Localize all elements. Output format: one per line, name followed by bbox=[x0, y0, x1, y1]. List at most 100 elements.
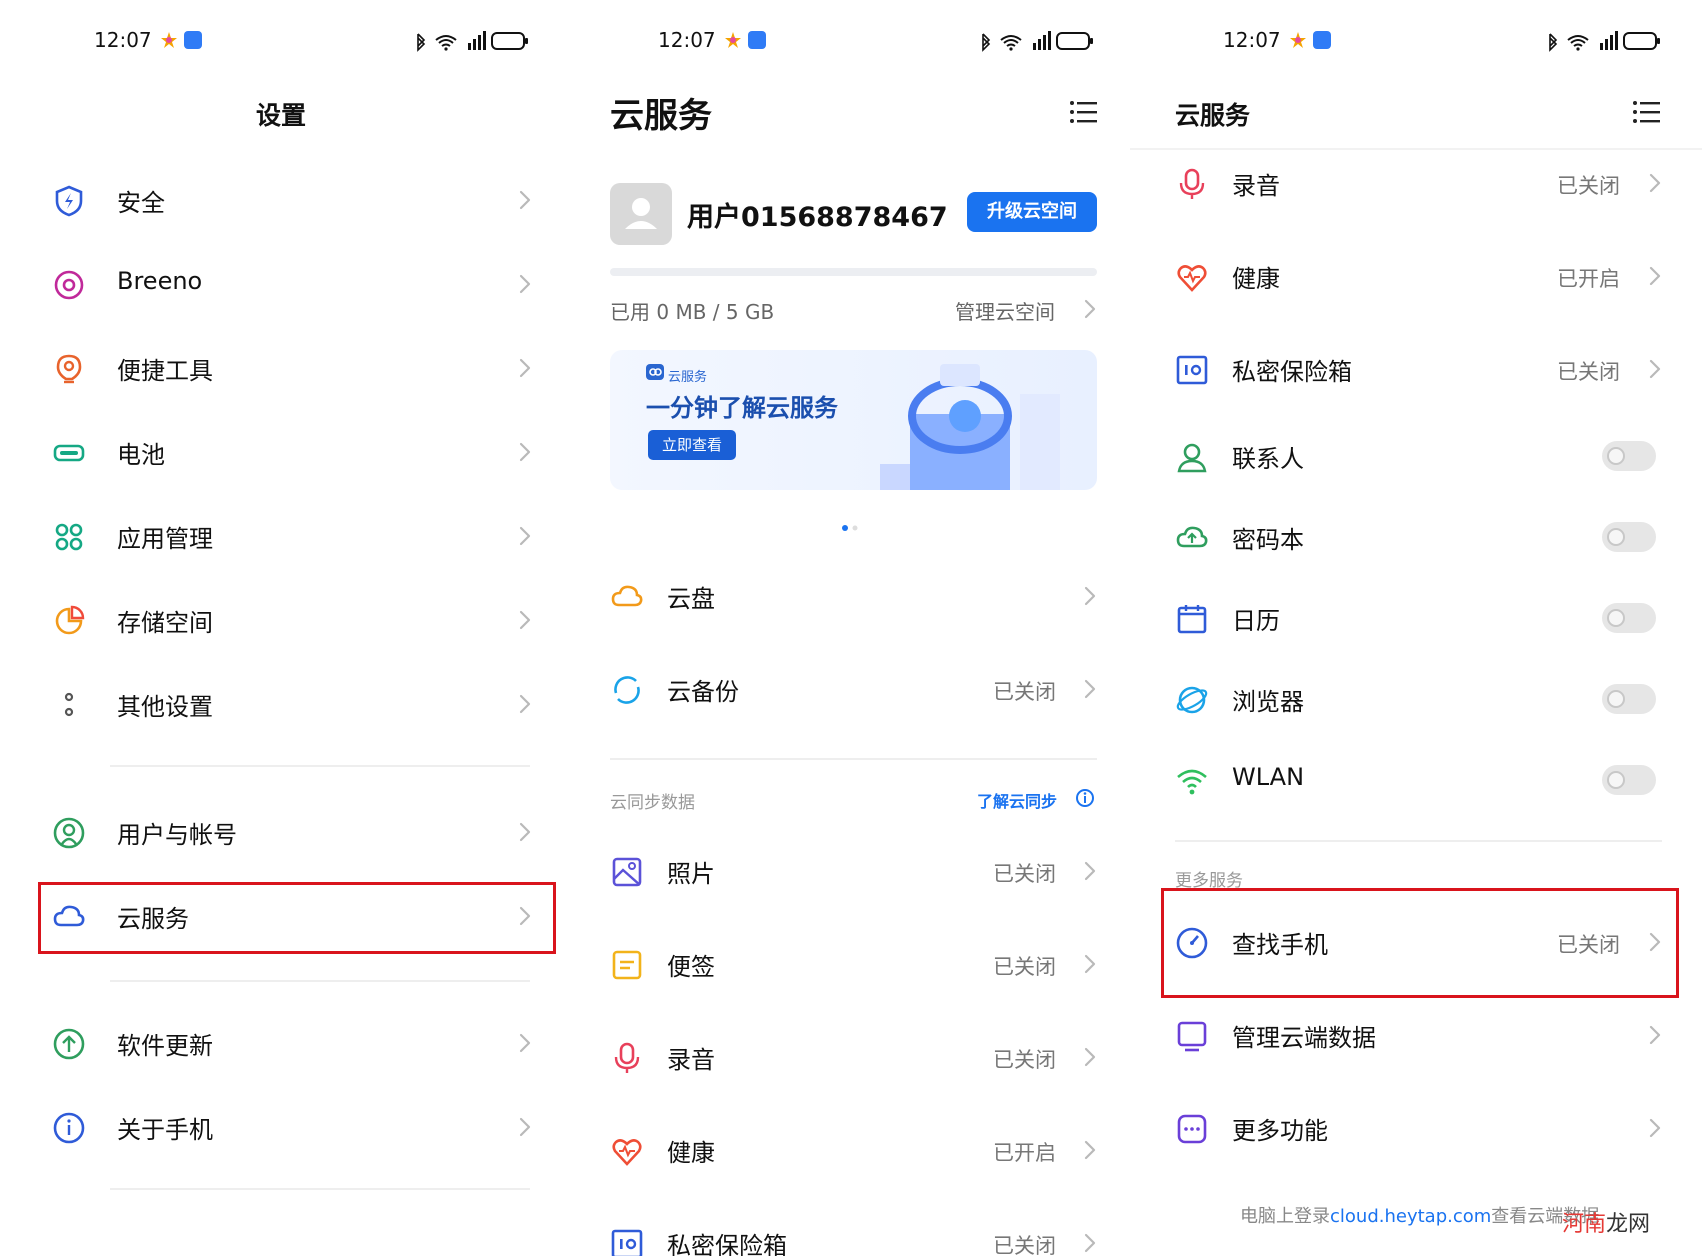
row-label: 密码本 bbox=[1232, 526, 1304, 554]
status-text: 已开启 bbox=[993, 1141, 1056, 1165]
sync-toggle[interactable] bbox=[1602, 684, 1656, 714]
row-label: 云备份 bbox=[667, 678, 739, 706]
chevron-right-icon bbox=[518, 609, 532, 631]
sync-toggle[interactable] bbox=[1602, 765, 1656, 795]
settings-item-about-phone[interactable]: 关于手机 bbox=[0, 1092, 562, 1162]
vault-icon bbox=[1176, 355, 1208, 385]
recorder-icon bbox=[614, 1042, 640, 1073]
battery-icon bbox=[53, 444, 85, 462]
menu-icon[interactable] bbox=[1069, 100, 1097, 124]
status-text: 已关闭 bbox=[993, 680, 1056, 704]
status-text: 已关闭 bbox=[993, 955, 1056, 979]
row-label: 健康 bbox=[667, 1139, 715, 1167]
row-label: 私密保险箱 bbox=[1232, 358, 1352, 386]
sync-item-wlan[interactable]: WLAN bbox=[1130, 745, 1702, 815]
avatar[interactable] bbox=[610, 183, 672, 245]
row-label: 应用管理 bbox=[117, 525, 213, 553]
cloud-drive-row[interactable]: 云盘 bbox=[565, 561, 1127, 631]
chevron-right-icon bbox=[1083, 953, 1097, 975]
row-label: 联系人 bbox=[1232, 445, 1304, 473]
row-label: 照片 bbox=[667, 860, 715, 888]
status-text: 已关闭 bbox=[993, 862, 1056, 886]
chevron-right-icon bbox=[1648, 172, 1662, 194]
row-label: 浏览器 bbox=[1232, 688, 1304, 716]
more-features-icon bbox=[1177, 1114, 1207, 1144]
toggle-knob bbox=[1607, 690, 1625, 708]
chevron-right-icon bbox=[1083, 298, 1097, 320]
notes-icon bbox=[612, 950, 642, 980]
status-icons bbox=[977, 30, 1097, 52]
drive-icon bbox=[611, 585, 643, 607]
settings-item-tools[interactable]: 便捷工具 bbox=[0, 333, 562, 403]
info-icon[interactable] bbox=[1075, 788, 1095, 808]
manage-cloud-data-row[interactable]: 管理云端数据 bbox=[1130, 1000, 1702, 1070]
page-title: 设置 bbox=[255, 101, 306, 130]
sync-toggle[interactable] bbox=[1602, 441, 1656, 471]
sync-item-recorder[interactable]: 录音 已关闭 bbox=[565, 1022, 1127, 1092]
sync-toggle[interactable] bbox=[1602, 522, 1656, 552]
sync-item-calendar[interactable]: 日历 bbox=[1130, 583, 1702, 653]
banner-title: 一分钟了解云服务 bbox=[646, 394, 838, 422]
vault-icon bbox=[611, 1229, 643, 1256]
settings-item-app-management[interactable]: 应用管理 bbox=[0, 501, 562, 571]
settings-item-security[interactable]: 安全 bbox=[0, 165, 562, 235]
sync-item-browser[interactable]: 浏览器 bbox=[1130, 664, 1702, 734]
chevron-right-icon bbox=[518, 189, 532, 211]
footer-prefix: 电脑上登录 bbox=[1240, 1206, 1330, 1227]
user-icon bbox=[53, 817, 85, 849]
chevron-right-icon bbox=[1083, 860, 1097, 882]
more-settings-icon bbox=[64, 692, 74, 717]
sync-item-photos[interactable]: 照片 已关闭 bbox=[565, 836, 1127, 906]
row-label: 关于手机 bbox=[117, 1116, 213, 1144]
row-label: 日历 bbox=[1232, 607, 1280, 635]
sync-item-contacts[interactable]: 联系人 bbox=[1130, 421, 1702, 491]
sync-item-private-vault[interactable]: 私密保险箱 已关闭 bbox=[565, 1208, 1127, 1256]
learn-sync-link[interactable]: 了解云同步 bbox=[977, 788, 1057, 812]
notification-star-icon bbox=[1290, 32, 1306, 48]
row-label: 录音 bbox=[1232, 172, 1280, 200]
health-icon bbox=[1177, 265, 1207, 292]
settings-item-breeno[interactable]: Breeno bbox=[0, 249, 562, 319]
sync-item-notes[interactable]: 便签 已关闭 bbox=[565, 929, 1127, 999]
cloud-backup-row[interactable]: 云备份 已关闭 bbox=[565, 654, 1127, 724]
row-label: Breeno bbox=[117, 267, 203, 295]
backup-icon bbox=[614, 676, 640, 704]
promo-banner[interactable]: 云服务 一分钟了解云服务 立即查看 bbox=[610, 350, 1097, 490]
menu-icon[interactable] bbox=[1632, 100, 1660, 124]
chevron-right-icon bbox=[1083, 585, 1097, 607]
highlight-box bbox=[38, 882, 556, 954]
settings-item-user-account[interactable]: 用户与帐号 bbox=[0, 797, 562, 867]
banner-view-button[interactable]: 立即查看 bbox=[648, 430, 736, 460]
settings-item-other-settings[interactable]: 其他设置 bbox=[0, 669, 562, 739]
status-text: 已关闭 bbox=[1557, 360, 1620, 384]
row-label: 其他设置 bbox=[117, 693, 213, 721]
carousel-dots bbox=[842, 525, 858, 531]
settings-item-software-update[interactable]: 软件更新 bbox=[0, 1008, 562, 1078]
sync-item-private-vault[interactable]: 私密保险箱 已关闭 bbox=[1130, 334, 1702, 404]
status-text: 已关闭 bbox=[993, 1048, 1056, 1072]
settings-item-battery[interactable]: 电池 bbox=[0, 417, 562, 487]
sync-item-recorder[interactable]: 录音 已关闭 bbox=[1130, 148, 1702, 218]
sync-item-health[interactable]: 健康 已开启 bbox=[1130, 241, 1702, 311]
status-text: 已关闭 bbox=[1557, 174, 1620, 198]
chevron-right-icon bbox=[1648, 1024, 1662, 1046]
divider bbox=[1175, 840, 1662, 842]
chevron-right-icon bbox=[1083, 678, 1097, 700]
chevron-right-icon bbox=[518, 525, 532, 547]
footer-link[interactable]: cloud.heytap.com bbox=[1330, 1206, 1491, 1227]
divider bbox=[610, 758, 1097, 760]
sync-item-password-book[interactable]: 密码本 bbox=[1130, 502, 1702, 572]
settings-item-storage[interactable]: 存储空间 bbox=[0, 585, 562, 655]
row-label: 云盘 bbox=[667, 585, 715, 613]
manage-storage-link[interactable]: 管理云空间 bbox=[955, 296, 1055, 325]
page-title: 云服务 bbox=[610, 96, 712, 136]
apps-icon bbox=[55, 523, 83, 551]
manage-data-icon bbox=[1177, 1021, 1207, 1052]
upgrade-storage-button[interactable]: 升级云空间 bbox=[967, 192, 1097, 232]
sync-toggle[interactable] bbox=[1602, 603, 1656, 633]
photo-icon bbox=[612, 857, 642, 887]
chevron-right-icon bbox=[518, 441, 532, 463]
update-icon bbox=[53, 1028, 85, 1060]
more-features-row[interactable]: 更多功能 bbox=[1130, 1093, 1702, 1163]
sync-item-health[interactable]: 健康 已开启 bbox=[565, 1115, 1127, 1185]
